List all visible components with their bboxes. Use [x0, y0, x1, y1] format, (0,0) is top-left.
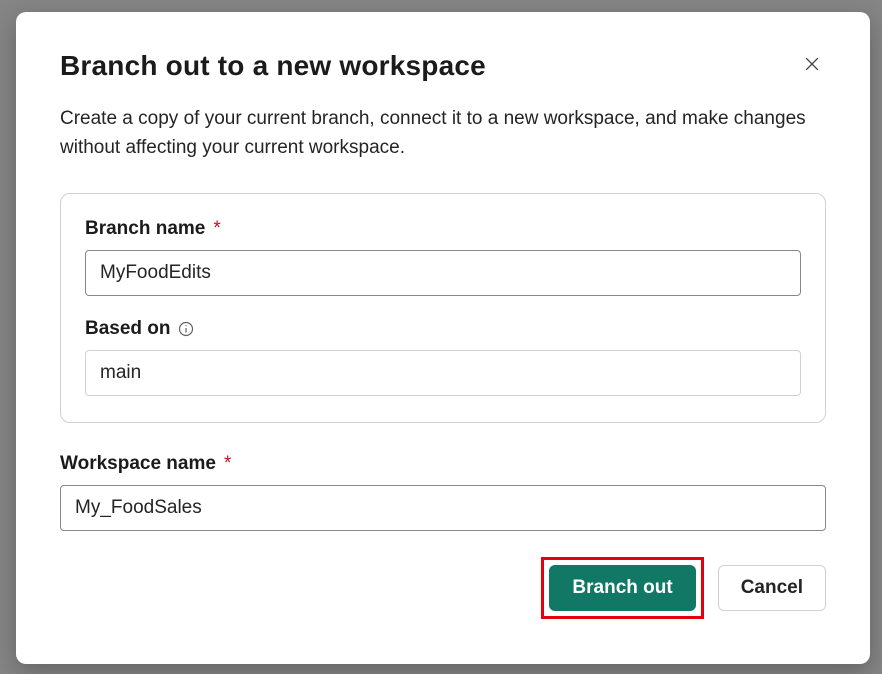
branch-name-group: Branch name * [85, 218, 801, 296]
cancel-button[interactable]: Cancel [718, 565, 826, 611]
workspace-name-input[interactable] [60, 485, 826, 531]
primary-button-highlight: Branch out [541, 557, 703, 619]
workspace-name-label: Workspace name * [60, 453, 826, 475]
based-on-label: Based on [85, 318, 801, 340]
dialog-footer: Branch out Cancel [60, 557, 826, 619]
branch-name-label: Branch name * [85, 218, 801, 240]
branch-out-dialog: Branch out to a new workspace Create a c… [16, 12, 870, 664]
branch-out-button[interactable]: Branch out [549, 565, 695, 611]
close-icon [802, 54, 822, 77]
required-indicator: * [224, 453, 231, 475]
dialog-title: Branch out to a new workspace [60, 50, 486, 82]
dialog-header: Branch out to a new workspace [60, 50, 826, 82]
dialog-description: Create a copy of your current branch, co… [60, 104, 826, 163]
branch-name-input[interactable] [85, 250, 801, 296]
branch-settings-card: Branch name * Based on [60, 193, 826, 423]
based-on-label-text: Based on [85, 318, 171, 340]
branch-name-label-text: Branch name [85, 218, 205, 240]
close-button[interactable] [798, 50, 826, 81]
based-on-input[interactable] [85, 350, 801, 396]
required-indicator: * [213, 218, 220, 240]
workspace-name-label-text: Workspace name [60, 453, 216, 475]
based-on-group: Based on [85, 318, 801, 396]
workspace-name-group: Workspace name * [60, 453, 826, 531]
info-icon[interactable] [177, 320, 195, 338]
